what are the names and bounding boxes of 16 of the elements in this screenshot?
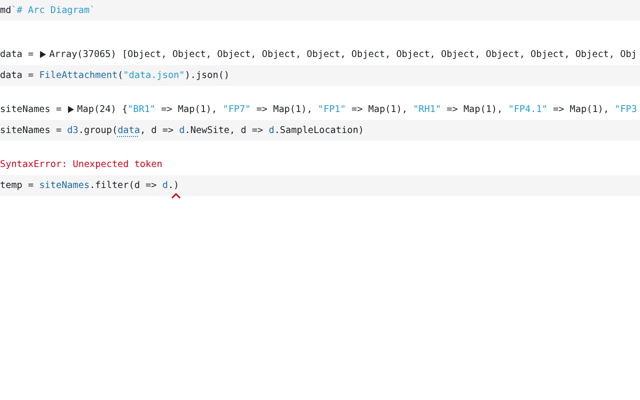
code-line: md`# Arc Diagram`: [0, 5, 96, 16]
code-line: temp = siteNames.filter(d => d.): [0, 180, 180, 191]
output-label: data =: [0, 49, 35, 60]
code-cell[interactable]: siteNames = d3.group(data, d => d.NewSite, d => d.SampleLocation): [0, 120, 640, 141]
expand-toggle-icon[interactable]: [40, 51, 46, 58]
output-label: siteNames =: [0, 104, 63, 115]
code-cell[interactable]: temp = siteNames.filter(d => d.): [0, 175, 640, 196]
expand-toggle-icon[interactable]: [68, 106, 74, 113]
code-cell[interactable]: data = FileAttachment("data.json").json(): [0, 65, 640, 86]
output-value: Array(37065) [Object, Object, Object, Object, Object, Object, Object, Object, Object, Object, Object, Obj: [49, 49, 637, 60]
code-cell[interactable]: md`# Arc Diagram`: [0, 0, 640, 21]
code-line: data = FileAttachment("data.json").json(): [0, 70, 230, 81]
output-value: Map(24) {"BR1" => Map(1), "FP7" => Map(1), "FP1" => Map(1), "RH1" => Map(1), "FP4.1" => Map(1), "FP3: [77, 104, 637, 115]
error-message: SyntaxError: Unexpected token: [0, 159, 162, 170]
error-caret-icon: [171, 193, 182, 199]
code-line: siteNames = d3.group(data, d => d.NewSite, d => d.SampleLocation): [0, 125, 364, 136]
